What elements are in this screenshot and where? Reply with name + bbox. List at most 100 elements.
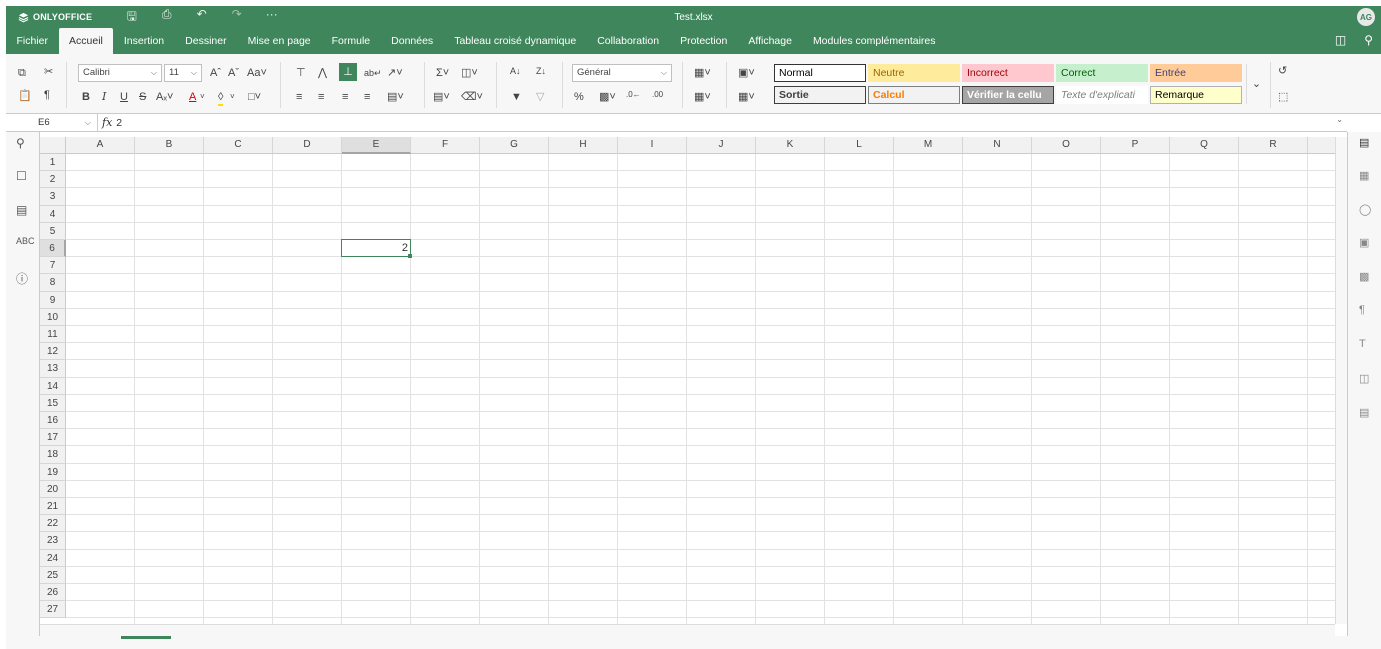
- column-header-f[interactable]: F: [411, 137, 480, 154]
- align-middle-icon[interactable]: ⋀: [318, 66, 327, 80]
- row-header-27[interactable]: 27: [40, 601, 66, 619]
- font-color-icon[interactable]: A: [189, 90, 196, 104]
- percent-icon[interactable]: %: [574, 90, 584, 104]
- cell-style-normal[interactable]: Normal: [774, 64, 866, 82]
- format-painter-icon[interactable]: ¶: [44, 88, 50, 102]
- row-header-23[interactable]: 23: [40, 532, 66, 550]
- cell-style-entr-e[interactable]: Entrée: [1150, 64, 1242, 82]
- styles-expand-icon[interactable]: ⌄: [1246, 64, 1266, 104]
- italic-icon[interactable]: I: [102, 90, 106, 104]
- row-header-14[interactable]: 14: [40, 377, 66, 395]
- column-header-d[interactable]: D: [273, 137, 342, 154]
- copy-icon[interactable]: ⧉: [18, 66, 26, 80]
- named-ranges-icon[interactable]: ◫˅: [461, 66, 478, 80]
- fill-icon[interactable]: ▤˅: [433, 90, 450, 104]
- column-header-q[interactable]: Q: [1170, 137, 1239, 154]
- row-header-7[interactable]: 7: [40, 257, 66, 275]
- expand-formula-icon[interactable]: ⌄: [1336, 115, 1343, 124]
- cell-style-v-rifier-la-cellu[interactable]: Vérifier la cellu: [962, 86, 1054, 104]
- row-header-4[interactable]: 4: [40, 205, 66, 223]
- paste-icon[interactable]: 📋: [18, 89, 32, 103]
- open-location-icon[interactable]: ◫: [1335, 33, 1346, 47]
- pivot-settings-icon[interactable]: ◫: [1359, 372, 1369, 385]
- format-as-table-icon[interactable]: ▦˅: [738, 90, 755, 104]
- insert-cells-icon[interactable]: ▦˅: [694, 66, 711, 80]
- select-all-corner[interactable]: [40, 137, 66, 154]
- row-header-17[interactable]: 17: [40, 429, 66, 447]
- accounting-icon[interactable]: ▩˅: [599, 90, 616, 104]
- tab-affichage[interactable]: Affichage: [738, 28, 803, 54]
- chart-settings-icon[interactable]: ▩: [1359, 270, 1369, 283]
- shape-settings-icon[interactable]: ◯: [1359, 203, 1371, 216]
- bold-icon[interactable]: B: [82, 90, 90, 104]
- about-icon[interactable]: ⓘ: [16, 270, 28, 287]
- spreadsheet-grid[interactable]: A B C D E F G H I J K L M N O P Q R 1 2 3 4 5 6 7 8 9 10 11 12 13 14 15 1…: [40, 137, 1335, 624]
- align-top-icon[interactable]: ⊤: [296, 66, 306, 80]
- tab-mise-en-page[interactable]: Mise en page: [237, 28, 321, 54]
- search-icon[interactable]: ⚲: [1364, 33, 1373, 47]
- sort-descending-icon[interactable]: Z↓: [536, 64, 546, 78]
- chevron-down-icon[interactable]: ˅: [230, 90, 235, 104]
- image-settings-icon[interactable]: ▣: [1359, 236, 1369, 249]
- font-size-combo[interactable]: 11 ⌵: [164, 64, 202, 82]
- align-center-icon[interactable]: ≡: [318, 90, 324, 104]
- column-header-p[interactable]: P: [1101, 137, 1170, 154]
- column-header-b[interactable]: B: [135, 137, 204, 154]
- increase-decimal-icon[interactable]: .00: [652, 88, 663, 102]
- select-all-icon[interactable]: ⬚: [1278, 90, 1288, 104]
- column-header-o[interactable]: O: [1032, 137, 1101, 154]
- tab-insertion[interactable]: Insertion: [113, 28, 174, 54]
- row-header-1[interactable]: 1: [40, 154, 66, 172]
- conditional-format-icon[interactable]: ▣˅: [738, 66, 755, 80]
- tab-dessiner[interactable]: Dessiner: [175, 28, 237, 54]
- row-header-12[interactable]: 12: [40, 343, 66, 361]
- tab-protection[interactable]: Protection: [670, 28, 738, 54]
- tab-donn-es[interactable]: Données: [381, 28, 444, 54]
- column-header-k[interactable]: K: [756, 137, 825, 154]
- tab-modules-compl-mentaires[interactable]: Modules complémentaires: [802, 28, 946, 54]
- change-case-icon[interactable]: Aa˅: [247, 66, 267, 80]
- print-icon[interactable]: ⎙: [149, 7, 184, 28]
- column-header-a[interactable]: A: [66, 137, 135, 154]
- tab-tableau-crois-dynamique[interactable]: Tableau croisé dynamique: [444, 28, 587, 54]
- vertical-scrollbar[interactable]: [1335, 137, 1347, 624]
- comments-icon[interactable]: ☐: [16, 169, 27, 183]
- column-header-partial[interactable]: [1308, 137, 1335, 154]
- clear-icon[interactable]: ⌫˅: [461, 90, 483, 104]
- user-avatar[interactable]: AG: [1357, 8, 1375, 26]
- row-header-19[interactable]: 19: [40, 463, 66, 481]
- fill-color-icon[interactable]: ◊: [218, 90, 224, 106]
- sort-ascending-icon[interactable]: A↓: [510, 64, 521, 78]
- column-header-i[interactable]: I: [618, 137, 687, 154]
- sum-icon[interactable]: Σ˅: [436, 66, 449, 80]
- row-header-9[interactable]: 9: [40, 291, 66, 309]
- table-settings-icon[interactable]: ▦: [1359, 169, 1369, 182]
- cell-style-incorrect[interactable]: Incorrect: [962, 64, 1054, 82]
- column-header-r[interactable]: R: [1239, 137, 1308, 154]
- underline-icon[interactable]: U: [120, 90, 128, 104]
- tab-accueil[interactable]: Accueil: [58, 28, 114, 54]
- cell-settings-icon[interactable]: ▤: [1359, 136, 1369, 149]
- paragraph-settings-icon[interactable]: ¶: [1359, 304, 1365, 316]
- search-icon[interactable]: ⚲: [16, 136, 25, 150]
- justify-icon[interactable]: ≡: [364, 90, 370, 104]
- spellcheck-icon[interactable]: ABC: [16, 236, 35, 246]
- horizontal-scrollbar[interactable]: [40, 624, 1335, 636]
- function-icon[interactable]: fx: [102, 116, 112, 129]
- row-header-10[interactable]: 10: [40, 308, 66, 326]
- row-header-8[interactable]: 8: [40, 274, 66, 292]
- row-header-2[interactable]: 2: [40, 171, 66, 189]
- chevron-down-icon[interactable]: ˅: [200, 90, 205, 104]
- cell-style-correct[interactable]: Correct: [1056, 64, 1148, 82]
- cell-style-sortie[interactable]: Sortie: [774, 86, 866, 104]
- align-bottom-icon[interactable]: ⊥: [339, 63, 357, 81]
- tab-formule[interactable]: Formule: [321, 28, 381, 54]
- row-header-18[interactable]: 18: [40, 446, 66, 464]
- row-header-11[interactable]: 11: [40, 326, 66, 344]
- filter-icon[interactable]: ▼: [511, 90, 522, 104]
- cell-style-texte-d-explicati[interactable]: Texte d'explicati: [1056, 86, 1148, 104]
- row-header-24[interactable]: 24: [40, 549, 66, 567]
- align-left-icon[interactable]: ≡: [296, 90, 302, 104]
- tab-fichier[interactable]: Fichier: [6, 28, 59, 54]
- undo-icon[interactable]: ↶: [184, 7, 219, 28]
